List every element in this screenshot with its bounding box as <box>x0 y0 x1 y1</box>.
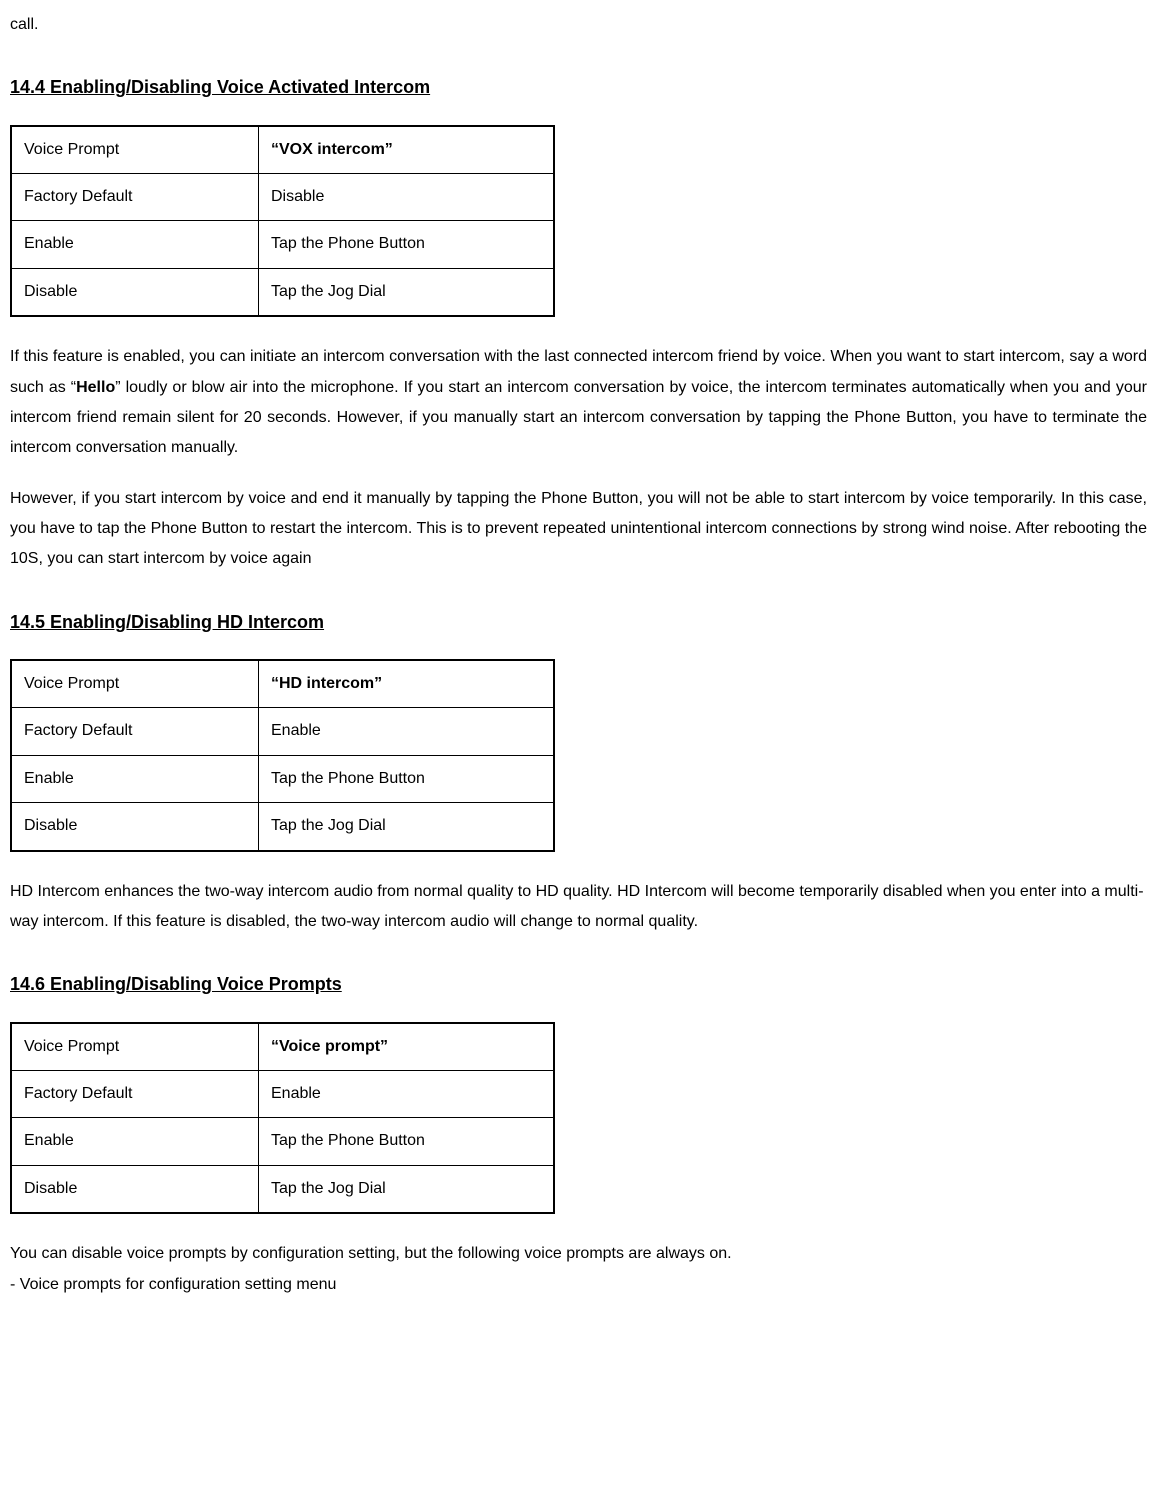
cell-value: Enable <box>259 1070 555 1117</box>
cell-value: “HD intercom” <box>259 660 555 708</box>
table-row: Voice Prompt “HD intercom” <box>11 660 554 708</box>
cell-value: Tap the Jog Dial <box>259 803 555 851</box>
table-row: Factory Default Enable <box>11 708 554 755</box>
heading-14-6: 14.6 Enabling/Disabling Voice Prompts <box>10 967 1147 1001</box>
table-row: Enable Tap the Phone Button <box>11 1118 554 1165</box>
cell-label: Factory Default <box>11 1070 259 1117</box>
cell-value: Tap the Phone Button <box>259 1118 555 1165</box>
heading-14-4: 14.4 Enabling/Disabling Voice Activated … <box>10 70 1147 104</box>
table-row: Disable Tap the Jog Dial <box>11 1165 554 1213</box>
cell-value: “VOX intercom” <box>259 126 555 174</box>
cell-label: Voice Prompt <box>11 1023 259 1071</box>
cell-label: Enable <box>11 755 259 802</box>
table-row: Voice Prompt “VOX intercom” <box>11 126 554 174</box>
table-row: Disable Tap the Jog Dial <box>11 803 554 851</box>
cell-label: Voice Prompt <box>11 126 259 174</box>
cell-value: Tap the Jog Dial <box>259 268 555 316</box>
cell-label: Voice Prompt <box>11 660 259 708</box>
table-row: Voice Prompt “Voice prompt” <box>11 1023 554 1071</box>
table-row: Enable Tap the Phone Button <box>11 221 554 268</box>
table-hd-intercom: Voice Prompt “HD intercom” Factory Defau… <box>10 659 555 852</box>
paragraph-144-1: If this feature is enabled, you can init… <box>10 342 1147 464</box>
heading-14-5: 14.5 Enabling/Disabling HD Intercom <box>10 605 1147 639</box>
table-voice-prompt: Voice Prompt “Voice prompt” Factory Defa… <box>10 1022 555 1215</box>
paragraph-145-1: HD Intercom enhances the two-way interco… <box>10 877 1147 938</box>
table-row: Factory Default Enable <box>11 1070 554 1117</box>
cell-label: Enable <box>11 1118 259 1165</box>
cell-label: Disable <box>11 268 259 316</box>
cell-value: Tap the Jog Dial <box>259 1165 555 1213</box>
cell-label: Enable <box>11 221 259 268</box>
paragraph-144-2: However, if you start intercom by voice … <box>10 484 1147 575</box>
table-vox-intercom: Voice Prompt “VOX intercom” Factory Defa… <box>10 125 555 318</box>
table-row: Factory Default Disable <box>11 173 554 220</box>
cell-value: “Voice prompt” <box>259 1023 555 1071</box>
table-row: Enable Tap the Phone Button <box>11 755 554 802</box>
cell-label: Disable <box>11 1165 259 1213</box>
paragraph-146-1: You can disable voice prompts by configu… <box>10 1239 1147 1269</box>
cell-value: Tap the Phone Button <box>259 755 555 802</box>
intro-fragment: call. <box>10 10 1147 40</box>
paragraph-146-2: - Voice prompts for configuration settin… <box>10 1270 1147 1300</box>
cell-value: Disable <box>259 173 555 220</box>
table-row: Disable Tap the Jog Dial <box>11 268 554 316</box>
cell-label: Factory Default <box>11 173 259 220</box>
cell-label: Factory Default <box>11 708 259 755</box>
cell-value: Tap the Phone Button <box>259 221 555 268</box>
cell-value: Enable <box>259 708 555 755</box>
cell-label: Disable <box>11 803 259 851</box>
